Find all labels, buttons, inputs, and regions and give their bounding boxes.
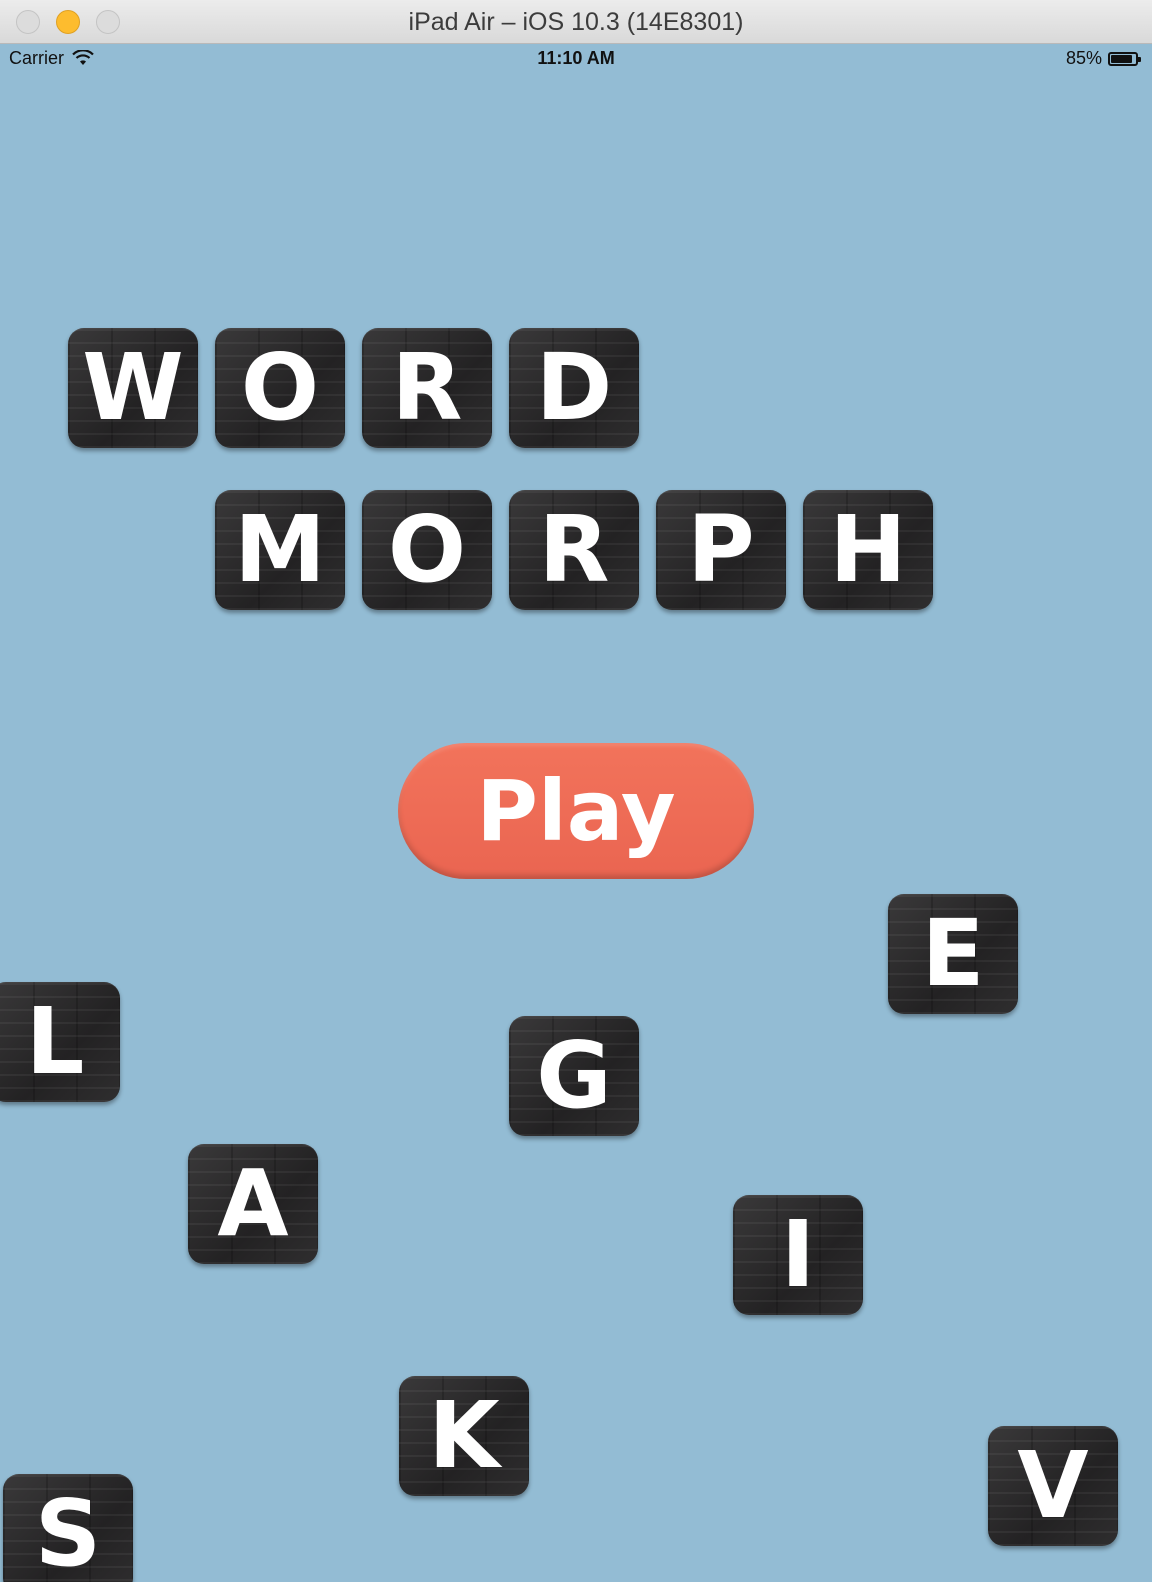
simulator-window: iPad Air – iOS 10.3 (14E8301) Carrier 11… [0, 0, 1152, 1582]
title-tile-w: W [68, 328, 198, 448]
title-tile-h: H [803, 490, 933, 610]
window-titlebar: iPad Air – iOS 10.3 (14E8301) [0, 0, 1152, 44]
floating-tile-v[interactable]: V [988, 1426, 1118, 1546]
title-tile-o2: O [362, 490, 492, 610]
floating-tile-e[interactable]: E [888, 894, 1018, 1014]
ios-status-bar: Carrier 11:10 AM 85% [0, 44, 1152, 74]
window-title: iPad Air – iOS 10.3 (14E8301) [408, 8, 744, 36]
status-time: 11:10 AM [537, 48, 615, 68]
floating-tile-s[interactable]: S [3, 1474, 133, 1582]
title-tile-d: D [509, 328, 639, 448]
title-tile-p: P [656, 490, 786, 610]
battery-percentage: 85% [1065, 48, 1102, 68]
title-tile-m: M [215, 490, 345, 610]
floating-tile-l[interactable]: L [0, 982, 120, 1102]
floating-tile-i[interactable]: I [733, 1195, 863, 1315]
title-tile-r2: R [509, 490, 639, 610]
title-tile-o: O [215, 328, 345, 448]
battery-icon [1108, 52, 1141, 66]
play-button[interactable]: Play [398, 743, 754, 879]
floating-tile-g[interactable]: G [509, 1016, 639, 1136]
floating-tile-a[interactable]: A [188, 1144, 318, 1264]
floating-tile-k[interactable]: K [399, 1376, 529, 1496]
title-tile-r: R [362, 328, 492, 448]
